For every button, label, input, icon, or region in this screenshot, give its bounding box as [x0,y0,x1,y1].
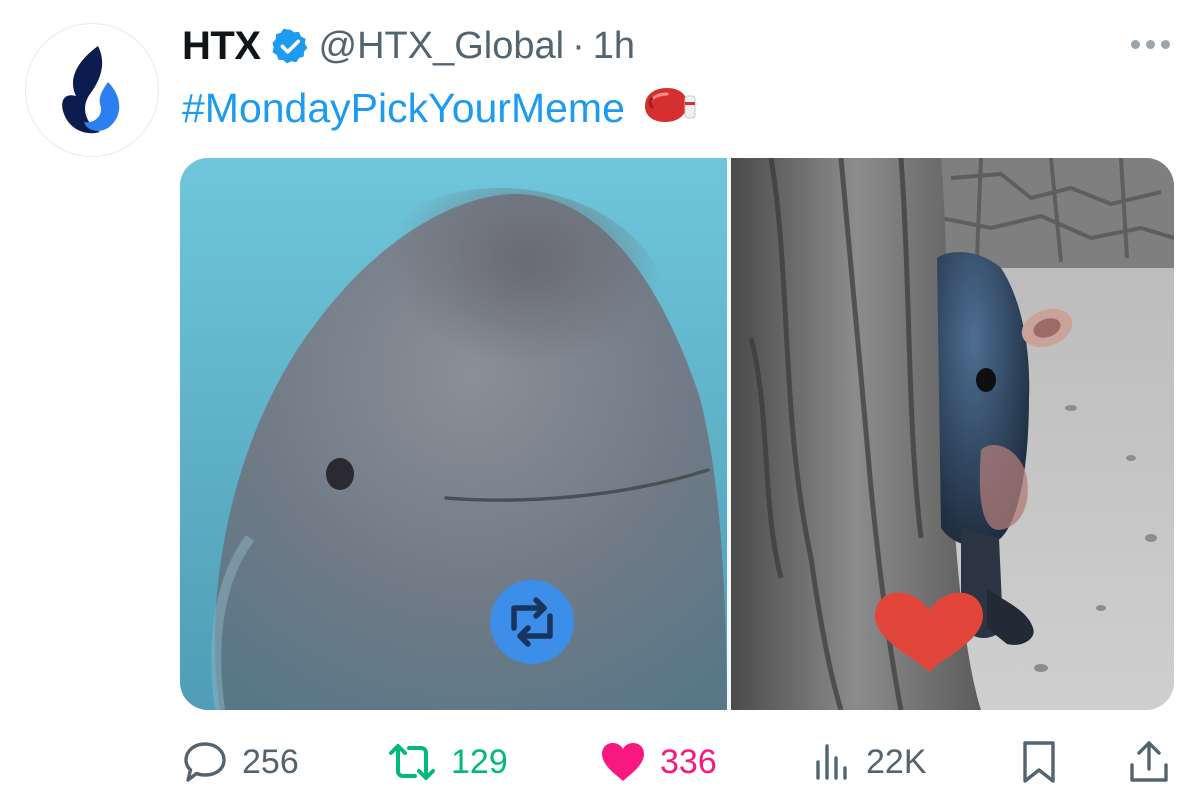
beluga-whale-photo[interactable] [180,158,727,710]
repost-icon [389,744,435,780]
action-bar: 256 129 336 22K [182,734,1172,790]
verified-badge-icon [271,27,309,65]
reply-count: 256 [242,742,299,781]
bookmark-icon [1023,741,1055,783]
repost-count: 129 [451,742,508,781]
separator-dot: · [572,24,585,67]
tweet-text: #MondayPickYourMeme [182,80,697,136]
more-options-icon[interactable] [1124,24,1176,64]
views-count: 22K [866,742,927,781]
display-name[interactable]: HTX [182,24,261,69]
repost-button[interactable]: 129 [387,734,508,790]
tweet-header: HTX @HTX_Global · 1h [182,18,635,74]
like-button[interactable]: 336 [600,734,717,790]
like-count: 336 [660,742,717,781]
views-chart-icon [816,744,847,780]
views-button[interactable]: 22K [812,734,927,790]
media-grid [180,158,1174,710]
pygmy-hippo-photo[interactable] [727,158,1174,710]
avatar[interactable] [26,24,158,156]
share-button[interactable] [1127,734,1171,790]
reply-icon [184,742,226,782]
timestamp[interactable]: 1h [593,25,635,68]
heart-icon [602,743,644,781]
reply-button[interactable]: 256 [182,734,299,790]
htx-flame-logo-icon [62,46,120,134]
share-icon [1130,741,1168,782]
hashtag-link[interactable]: #MondayPickYourMeme [182,85,625,132]
tweet-card: HTX @HTX_Global · 1h #MondayPickYourMeme [0,0,1200,801]
boxing-glove-icon [639,84,697,133]
bookmark-button[interactable] [1020,734,1058,790]
author-handle[interactable]: @HTX_Global [319,25,565,68]
